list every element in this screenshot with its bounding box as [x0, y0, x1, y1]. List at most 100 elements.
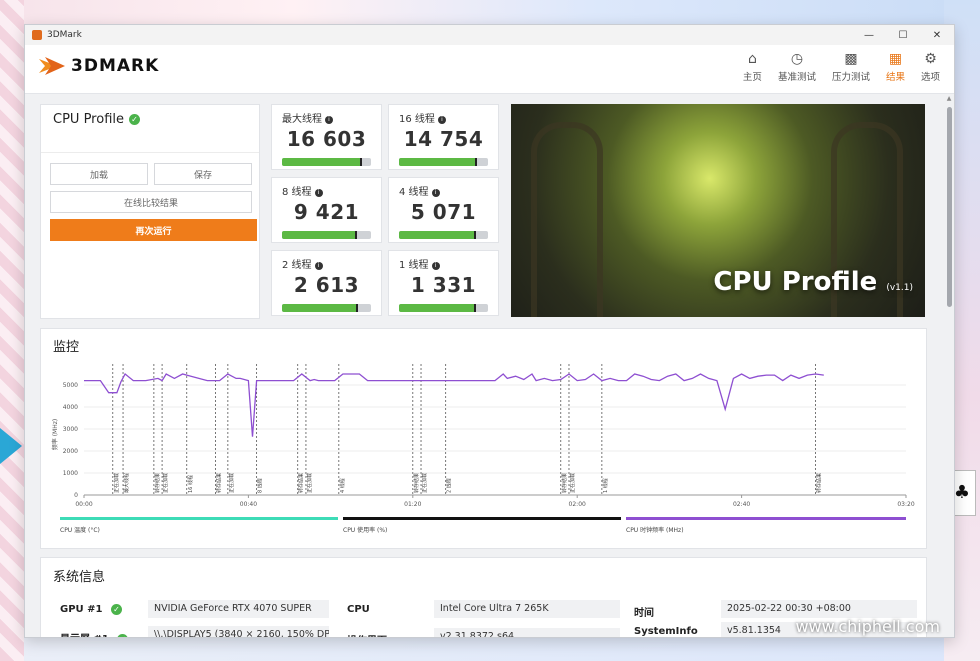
phase-marker-label: 8 线程	[257, 478, 264, 493]
score-tile: 最大线程 i 16 603	[271, 104, 382, 170]
info-icon[interactable]: i	[314, 262, 323, 270]
x-tick-label: 01:20	[404, 501, 421, 508]
score-label-text: 16 线程	[399, 114, 435, 125]
score-tile: 8 线程 i 9 421	[271, 177, 382, 243]
legend-bar-clock	[626, 517, 906, 520]
system-info-title: 系统信息	[53, 570, 106, 585]
app-window: 3DMark — ☐ ✕ 3DMARK ⌂ 主页 ◷ 基准测试 ▩ 压力测试 ▦…	[24, 24, 955, 638]
nav-home[interactable]: ⌂ 主页	[743, 49, 762, 83]
divider	[41, 152, 259, 153]
y-tick-label: 5000	[63, 382, 78, 389]
main-nav: ⌂ 主页 ◷ 基准测试 ▩ 压力测试 ▦ 结果 ⚙ 选项	[727, 49, 940, 83]
info-icon[interactable]: i	[431, 262, 440, 270]
phase-marker-label: 转存结果	[298, 473, 305, 493]
hero-image: CPU Profile (v1.1)	[511, 104, 925, 317]
nav-results[interactable]: ▦ 结果	[886, 49, 905, 83]
score-label: 2 线程 i	[282, 256, 323, 271]
rerun-button[interactable]: 再次运行	[50, 219, 257, 241]
nav-stress-tests-label: 压力测试	[831, 72, 870, 83]
score-label: 最大线程 i	[282, 110, 333, 125]
scroll-up-icon[interactable]: ▲	[946, 95, 952, 102]
legend-label-usage: CPU 使用率 (%)	[343, 527, 388, 534]
score-value: 2 613	[293, 273, 360, 297]
close-button[interactable]: ✕	[920, 25, 954, 45]
score-bar-marker	[355, 304, 358, 312]
scrollbar-thumb[interactable]	[947, 107, 952, 307]
gear-icon: ⚙	[924, 51, 937, 67]
profile-title: CPU Profile ✓	[53, 112, 140, 127]
phase-marker-label: 最大线程	[123, 473, 130, 493]
score-bar-marker	[473, 231, 476, 239]
score-bar-marker	[354, 231, 357, 239]
y-axis-label: 频率 (MHz)	[51, 419, 59, 450]
hero-title: CPU Profile (v1.1)	[713, 267, 913, 297]
hero-version: (v1.1)	[886, 283, 913, 293]
save-button[interactable]: 保存	[154, 163, 252, 185]
y-tick-label: 4000	[63, 404, 78, 411]
monitoring-panel: 监控 0 1000 2000 3000 4000 5000 频率 (MHz) 00:00 00:…	[40, 328, 927, 549]
info-icon[interactable]: i	[325, 116, 333, 124]
score-value: 5 071	[410, 200, 477, 224]
score-bar-fill	[399, 158, 478, 166]
desktop-wallpaper-top	[0, 0, 980, 24]
logo-flame-icon	[39, 57, 65, 75]
nav-benchmarks-label: 基准测试	[777, 72, 816, 83]
gauge-icon: ◷	[790, 51, 804, 67]
score-bar-marker	[475, 158, 478, 166]
phase-marker-label: 正在加载	[306, 473, 313, 493]
nav-options-label: 选项	[920, 72, 940, 83]
gpu-value: NVIDIA GeForce RTX 4070 SUPER	[148, 600, 329, 618]
score-bar	[399, 231, 488, 239]
legend-label-temperature: CPU 温度 (°C)	[60, 527, 100, 534]
phase-marker-label: 转存结果	[216, 473, 223, 493]
vertical-scrollbar[interactable]: ▲	[946, 95, 952, 635]
score-label-text: 8 线程	[282, 187, 312, 198]
score-bar-fill	[282, 304, 358, 312]
compare-online-button[interactable]: 在线比较结果	[50, 191, 252, 213]
score-tile: 2 线程 i 2 613	[271, 250, 382, 316]
phase-marker-label: 正在加载	[569, 473, 576, 493]
cpu-value: Intel Core Ultra 7 265K	[434, 600, 620, 618]
logo-text: 3DMARK	[71, 56, 160, 76]
x-tick-label: 00:00	[75, 501, 92, 508]
check-icon: ✓	[110, 604, 122, 615]
profile-card: CPU Profile ✓ 加载 保存 在线比较结果 再次运行	[40, 104, 260, 319]
phase-marker-label: 16 线程	[187, 475, 194, 493]
score-tile: 1 线程 i 1 331	[388, 250, 499, 316]
load-button[interactable]: 加载	[50, 163, 148, 185]
nav-home-label: 主页	[742, 72, 762, 83]
score-value: 14 754	[403, 127, 484, 151]
title-bar[interactable]: 3DMark — ☐ ✕	[25, 25, 954, 45]
info-icon[interactable]: i	[431, 189, 440, 197]
phase-marker-label: 正在加载	[421, 473, 428, 493]
display-key: 显示屏 #1	[60, 634, 109, 637]
watermark: www.chiphell.com	[795, 617, 940, 636]
score-bar-marker	[473, 304, 476, 312]
phase-marker-label: 正在加载	[162, 473, 169, 493]
score-value: 9 421	[293, 200, 360, 224]
info-icon[interactable]: i	[314, 189, 323, 197]
time-key: 时间	[634, 608, 654, 619]
phase-marker-label: 2 线程	[446, 478, 453, 493]
clock-frequency-series	[84, 373, 824, 437]
phase-marker-label: 4 线程	[339, 478, 346, 493]
display-value: \\.\DISPLAY5 (3840 × 2160, 150% DPI	[148, 626, 329, 637]
legend-bar-usage	[343, 517, 621, 520]
score-bar	[282, 231, 371, 239]
score-bar-fill	[282, 158, 363, 166]
info-icon[interactable]: i	[437, 116, 446, 124]
nav-benchmarks[interactable]: ◷ 基准测试	[778, 49, 816, 83]
score-tile: 16 线程 i 14 754	[388, 104, 499, 170]
maximize-button[interactable]: ☐	[886, 25, 920, 45]
nav-options[interactable]: ⚙ 选项	[921, 49, 940, 83]
app-header: 3DMARK ⌂ 主页 ◷ 基准测试 ▩ 压力测试 ▦ 结果 ⚙ 选项	[25, 45, 954, 94]
gpu-label: GPU #1 ✓	[60, 604, 122, 615]
minimize-button[interactable]: —	[852, 25, 886, 45]
nav-stress-tests[interactable]: ▩ 压力测试	[832, 49, 870, 83]
display-label: 显示屏 #1 ✓	[60, 630, 129, 637]
score-value: 1 331	[410, 273, 477, 297]
x-tick-label: 03:20	[897, 501, 914, 508]
cpu-key: CPU	[347, 604, 370, 615]
legend-bar-temperature	[60, 517, 338, 520]
score-label-text: 2 线程	[282, 260, 312, 271]
